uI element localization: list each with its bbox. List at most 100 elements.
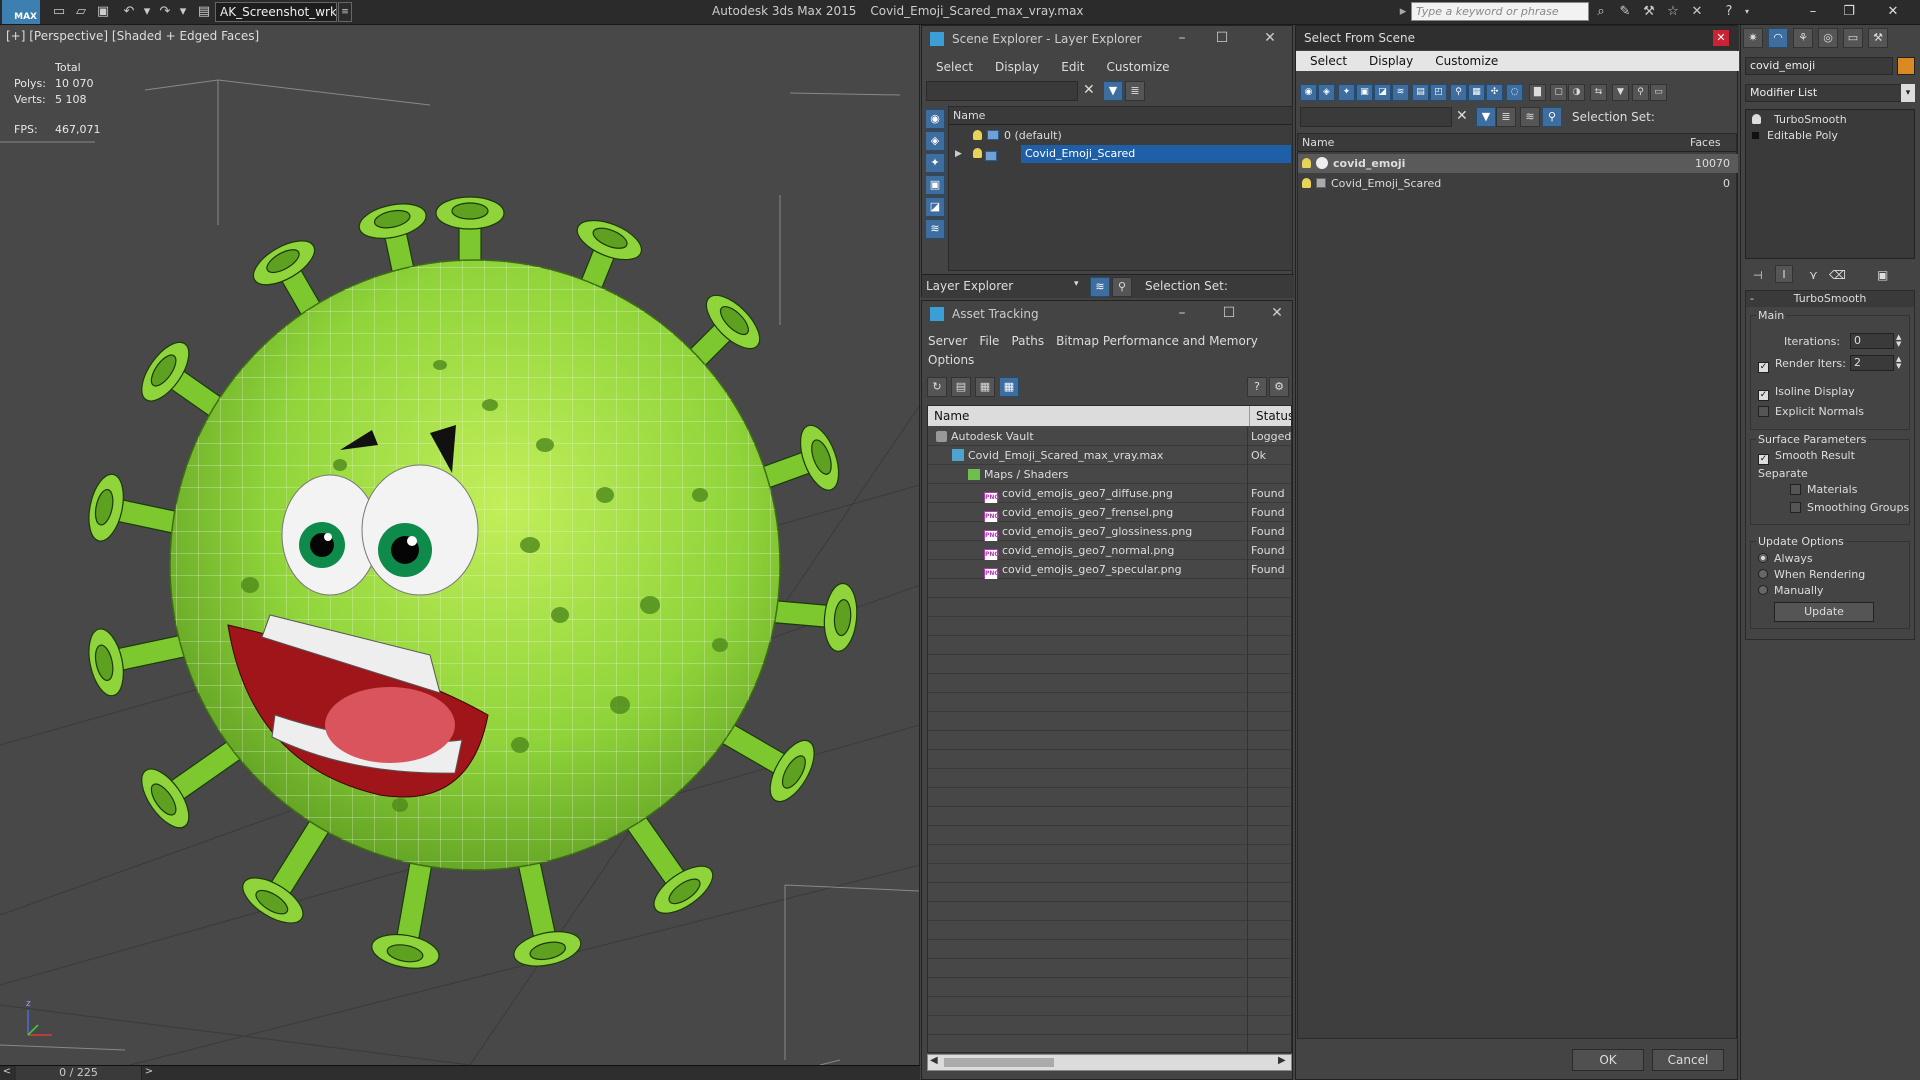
rollout-header[interactable]: - TurboSmooth: [1746, 291, 1914, 307]
menu-paths[interactable]: Paths: [1011, 334, 1044, 348]
display-all-icon[interactable]: ≋: [925, 219, 945, 239]
status-column-header[interactable]: Status: [1250, 406, 1291, 426]
layer-add-icon[interactable]: ≣: [1125, 81, 1145, 101]
ok-button[interactable]: OK: [1572, 1049, 1644, 1071]
display-sync-icon[interactable]: ⇆: [1590, 84, 1607, 101]
object-color-swatch[interactable]: [1897, 57, 1915, 75]
dropdown-arrow-icon[interactable]: ▾: [1901, 84, 1915, 102]
create-tab-icon[interactable]: ✷: [1743, 28, 1763, 48]
display-frozen-icon[interactable]: ✣: [1486, 84, 1503, 101]
display-space-warps-icon[interactable]: ≋: [1392, 84, 1409, 101]
faces-column-header[interactable]: Faces: [1686, 134, 1736, 152]
display-shapes-icon[interactable]: ◈: [1318, 84, 1335, 101]
hierarchy-icon[interactable]: ⚲: [1542, 107, 1562, 127]
scroll-left-icon[interactable]: ◀: [930, 1055, 938, 1066]
find-input[interactable]: [1300, 107, 1452, 127]
save-icon[interactable]: ▣: [94, 3, 112, 21]
minimize-icon[interactable]: –: [1800, 3, 1826, 21]
help-icon[interactable]: ?: [1720, 3, 1738, 21]
menu-customize[interactable]: Customize: [1435, 54, 1498, 68]
object-row-covid-emoji-scared[interactable]: Covid_Emoji_Scared 0: [1298, 174, 1738, 193]
asset-row[interactable]: PNG covid_emojis_geo7_diffuse.png Found: [928, 484, 1291, 503]
undo-icon[interactable]: ↶: [120, 3, 138, 21]
asset-row[interactable]: PNG covid_emojis_geo7_glossiness.png Found: [928, 522, 1291, 541]
time-slider[interactable]: 0 / 225: [16, 1066, 142, 1080]
display-lights-icon[interactable]: ✦: [925, 153, 945, 173]
menu-display[interactable]: Display: [995, 60, 1039, 74]
list-view-icon[interactable]: ▤: [951, 377, 971, 397]
maximize-icon[interactable]: ☐: [1212, 30, 1232, 46]
app-logo-icon[interactable]: MAX: [2, 0, 40, 24]
horizontal-scrollbar[interactable]: ◀ ▶: [927, 1054, 1292, 1071]
close-icon[interactable]: ✕: [1260, 30, 1280, 46]
settings-icon[interactable]: ⚙: [1269, 377, 1289, 397]
clear-search-icon[interactable]: ✕: [1083, 82, 1095, 98]
menu-server[interactable]: Server: [928, 334, 967, 348]
display-all-icon[interactable]: ▇: [1529, 84, 1546, 101]
exchange-icon[interactable]: ✕: [1688, 3, 1706, 21]
maximize-icon[interactable]: ☐: [1219, 305, 1239, 321]
communication-center-icon[interactable]: ⚒: [1640, 3, 1658, 21]
display-cameras-icon[interactable]: ▣: [925, 175, 945, 195]
layers-toggle-icon[interactable]: ≋: [1090, 277, 1110, 297]
light-bulb-icon[interactable]: [973, 130, 982, 140]
menu-bitmap-performance[interactable]: Bitmap Performance and Memory: [1056, 334, 1258, 348]
subscription-center-icon[interactable]: ✎: [1616, 3, 1634, 21]
workspace-dropdown[interactable]: AK_Screenshot_wrksp: [215, 2, 337, 22]
explicit-normals-checkbox[interactable]: Explicit Normals: [1758, 405, 1864, 418]
thumbnail-view-icon[interactable]: ▦: [975, 377, 995, 397]
asset-row[interactable]: PNG covid_emojis_geo7_normal.png Found: [928, 541, 1291, 560]
display-cameras-icon[interactable]: ▣: [1356, 84, 1373, 101]
asset-row[interactable]: Maps / Shaders: [928, 465, 1291, 484]
manually-radio[interactable]: Manually: [1758, 584, 1824, 597]
remove-modifier-icon[interactable]: ⌫: [1829, 268, 1846, 282]
layer-row-default[interactable]: 0 (default): [969, 127, 1290, 145]
display-groups-icon[interactable]: ▤: [1412, 84, 1429, 101]
layer-row-covid-emoji-scared[interactable]: Covid_Emoji_Scared: [1021, 145, 1291, 163]
layers-icon[interactable]: ≋: [1520, 107, 1540, 127]
light-bulb-icon[interactable]: [969, 145, 983, 163]
light-bulb-icon[interactable]: [1302, 158, 1311, 168]
object-name-input[interactable]: covid_emoji: [1745, 57, 1893, 75]
display-geometry-icon[interactable]: ◉: [925, 109, 945, 129]
isoline-display-checkbox[interactable]: ✓ Isoline Display: [1758, 385, 1855, 401]
help-search-input[interactable]: Type a keyword or phrase: [1411, 2, 1589, 21]
menu-customize[interactable]: Customize: [1107, 60, 1170, 74]
binoculars-icon[interactable]: ⌕: [1592, 3, 1610, 21]
filter-icon[interactable]: ▼: [1476, 107, 1496, 127]
close-icon[interactable]: ✕: [1880, 3, 1906, 21]
show-end-result-icon[interactable]: I: [1775, 265, 1793, 283]
render-iters-spinner[interactable]: 2: [1850, 355, 1894, 371]
undo-dropdown-icon[interactable]: ▾: [138, 3, 156, 21]
cancel-button[interactable]: Cancel: [1652, 1049, 1724, 1071]
open-file-icon[interactable]: ▱: [72, 3, 90, 21]
help-dropdown-icon[interactable]: ▾: [1738, 3, 1756, 21]
modifier-list-dropdown[interactable]: Modifier List: [1745, 84, 1903, 102]
display-geometry-icon[interactable]: ◉: [1300, 84, 1317, 101]
always-radio[interactable]: Always: [1758, 552, 1813, 565]
viewport-scene[interactable]: [0, 25, 920, 1065]
display-shapes-icon[interactable]: ◈: [925, 131, 945, 151]
asset-row[interactable]: PNG covid_emojis_geo7_specular.png Found: [928, 560, 1291, 579]
display-none-icon[interactable]: ▢: [1550, 84, 1567, 101]
smoothing-groups-checkbox[interactable]: Smoothing Groups: [1790, 501, 1909, 514]
scroll-thumb[interactable]: [944, 1058, 1054, 1067]
close-icon[interactable]: ✕: [1713, 30, 1729, 46]
asset-row[interactable]: Covid_Emoji_Scared_max_vray.max Ok: [928, 446, 1291, 465]
table-view-icon[interactable]: ▦: [999, 377, 1019, 397]
redo-icon[interactable]: ↷: [156, 3, 174, 21]
configure-sets-icon[interactable]: ▣: [1877, 268, 1888, 282]
name-column-header[interactable]: Name: [1298, 134, 1686, 152]
asset-row[interactable]: PNG covid_emojis_geo7_frensel.png Found: [928, 503, 1291, 522]
menu-edit[interactable]: Edit: [1061, 60, 1084, 74]
redo-dropdown-icon[interactable]: ▾: [174, 3, 192, 21]
display-hidden-icon[interactable]: ◌: [1506, 84, 1523, 101]
menu-select[interactable]: Select: [1310, 54, 1347, 68]
display-xrefs-icon[interactable]: ◰: [1430, 84, 1447, 101]
menu-display[interactable]: Display: [1369, 54, 1413, 68]
menu-file[interactable]: File: [979, 334, 999, 348]
pin-stack-icon[interactable]: ⊣: [1753, 269, 1763, 282]
name-column-header[interactable]: Name: [928, 406, 1250, 426]
motion-tab-icon[interactable]: ◎: [1818, 28, 1838, 48]
clear-search-icon[interactable]: ✕: [1456, 108, 1468, 124]
